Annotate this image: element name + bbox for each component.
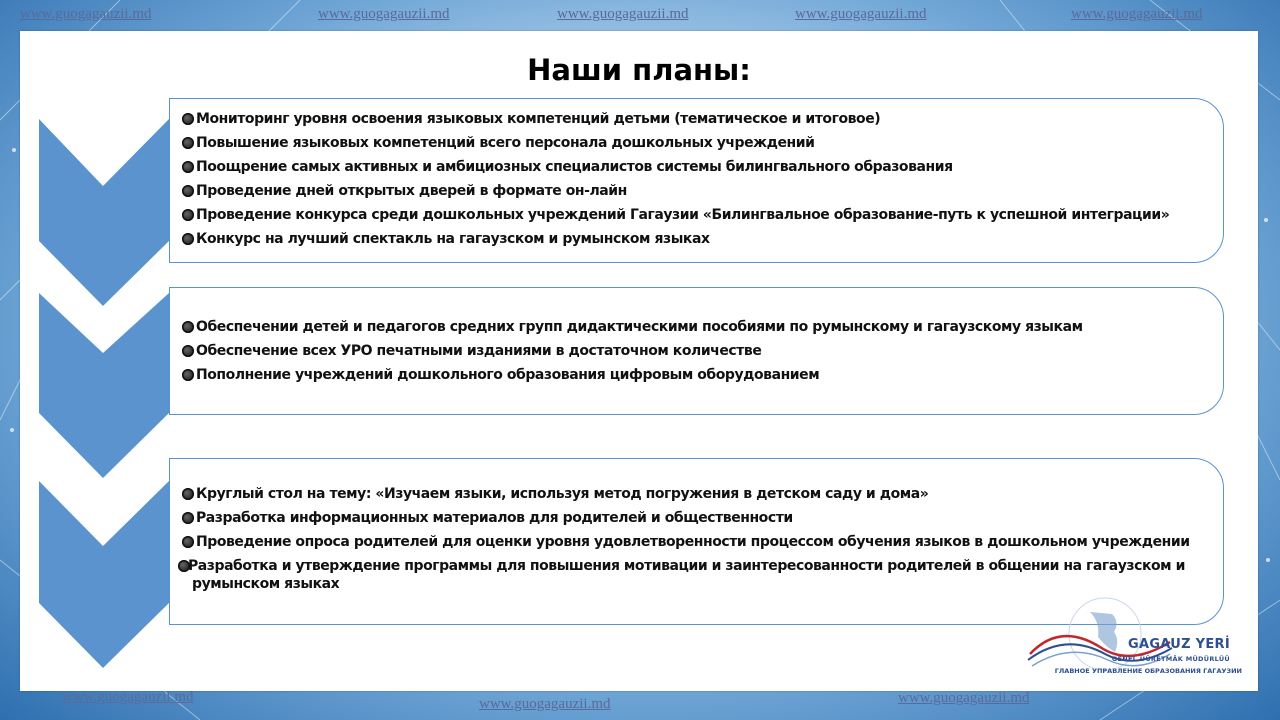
list-item-text: Конкурс на лучший спектакль на гагаузско…: [196, 231, 710, 247]
list-item-text: Круглый стол на тему: «Изучаем языки, ис…: [196, 486, 929, 502]
watermark-text: www.guogagauzii.md: [1071, 6, 1203, 22]
list-item-text: Поощрение самых активных и амбициозных с…: [196, 159, 953, 175]
round-bullet-icon: [182, 536, 194, 548]
round-bullet-icon: [182, 233, 194, 245]
list-item: Мониторинг уровня освоения языковых комп…: [170, 110, 1223, 128]
slide: Наши планы: Мониторинг уровня освоения я…: [20, 31, 1258, 691]
list-item: Разработка информационных материалов для…: [170, 509, 1223, 527]
list-item-text: Повышение языковых компетенций всего пер…: [196, 135, 815, 151]
list-item-text: Пополнение учреждений дошкольного образо…: [196, 367, 820, 383]
chevron-down-icon: [39, 293, 169, 478]
list-item-text: Обеспечение всех УРО печатными изданиями…: [196, 343, 762, 359]
round-bullet-icon: [182, 137, 194, 149]
list-item-text: Проведение опроса родителей для оценки у…: [196, 534, 1190, 550]
plan-list-2: Обеспечении детей и педагогов средних гр…: [170, 318, 1223, 384]
list-item-text: Проведение дней открытых дверей в формат…: [196, 183, 627, 199]
round-bullet-icon: [182, 161, 194, 173]
watermark-text: www.guogagauzii.md: [557, 6, 689, 22]
list-item: Проведение дней открытых дверей в формат…: [170, 182, 1223, 200]
plan-list-1: Мониторинг уровня освоения языковых комп…: [170, 110, 1223, 248]
list-item: Пополнение учреждений дошкольного образо…: [170, 366, 1223, 384]
watermark-text: www.guogagauzii.md: [62, 689, 194, 705]
round-bullet-icon: [182, 321, 194, 333]
logo-subtitle: GENEL ÜÜRETMÄK MÜDÜRLÜÜ: [1111, 655, 1230, 663]
round-bullet-icon: [182, 512, 194, 524]
logo-name: GAGAUZ YERİ: [1127, 637, 1230, 652]
round-bullet-icon: [182, 185, 194, 197]
list-item: Обеспечении детей и педагогов средних гр…: [170, 318, 1223, 336]
list-item-text: Мониторинг уровня освоения языковых комп…: [196, 111, 881, 127]
chevron-down-icon: [39, 481, 169, 668]
round-bullet-icon: [178, 560, 190, 572]
round-bullet-icon: [182, 209, 194, 221]
gagauz-yeri-logo: GAGAUZ YERİ GENEL ÜÜRETMÄK MÜDÜRLÜÜ ГЛАВ…: [1020, 592, 1250, 687]
list-item: Конкурс на лучший спектакль на гагаузско…: [170, 230, 1223, 248]
round-bullet-icon: [182, 488, 194, 500]
list-item: Круглый стол на тему: «Изучаем языки, ис…: [170, 485, 1223, 503]
list-item-text: Проведение конкурса среди дошкольных учр…: [196, 207, 1170, 223]
plan-section-2: Обеспечении детей и педагогов средних гр…: [169, 287, 1224, 415]
round-bullet-icon: [182, 345, 194, 357]
watermark-text: www.guogagauzii.md: [898, 690, 1030, 706]
logo-subtitle-ru: ГЛАВНОЕ УПРАВЛЕНИЕ ОБРАЗОВАНИЯ ГАГАУЗИИ: [1054, 667, 1242, 675]
list-item: Поощрение самых активных и амбициозных с…: [170, 158, 1223, 176]
list-item: Повышение языковых компетенций всего пер…: [170, 134, 1223, 152]
watermark-text: www.guogagauzii.md: [479, 696, 611, 712]
list-item: Разработка и утверждение программы для п…: [170, 557, 1192, 593]
list-item: Проведение конкурса среди дошкольных учр…: [170, 206, 1223, 224]
plan-list-3: Круглый стол на тему: «Изучаем языки, ис…: [170, 485, 1223, 593]
list-item-text: Разработка информационных материалов для…: [196, 510, 793, 526]
plan-section-1: Мониторинг уровня освоения языковых комп…: [169, 98, 1224, 263]
list-item-text: Разработка и утверждение программы для п…: [188, 558, 1185, 592]
list-item-text: Обеспечении детей и педагогов средних гр…: [196, 319, 1083, 335]
watermark-text: www.guogagauzii.md: [795, 6, 927, 22]
round-bullet-icon: [182, 369, 194, 381]
watermark-text: www.guogagauzii.md: [318, 6, 450, 22]
round-bullet-icon: [182, 113, 194, 125]
list-item: Обеспечение всех УРО печатными изданиями…: [170, 342, 1223, 360]
watermark-text: www.guogagauzii.md: [20, 6, 152, 22]
chevron-down-icon: [39, 119, 169, 306]
list-item: Проведение опроса родителей для оценки у…: [170, 533, 1223, 551]
